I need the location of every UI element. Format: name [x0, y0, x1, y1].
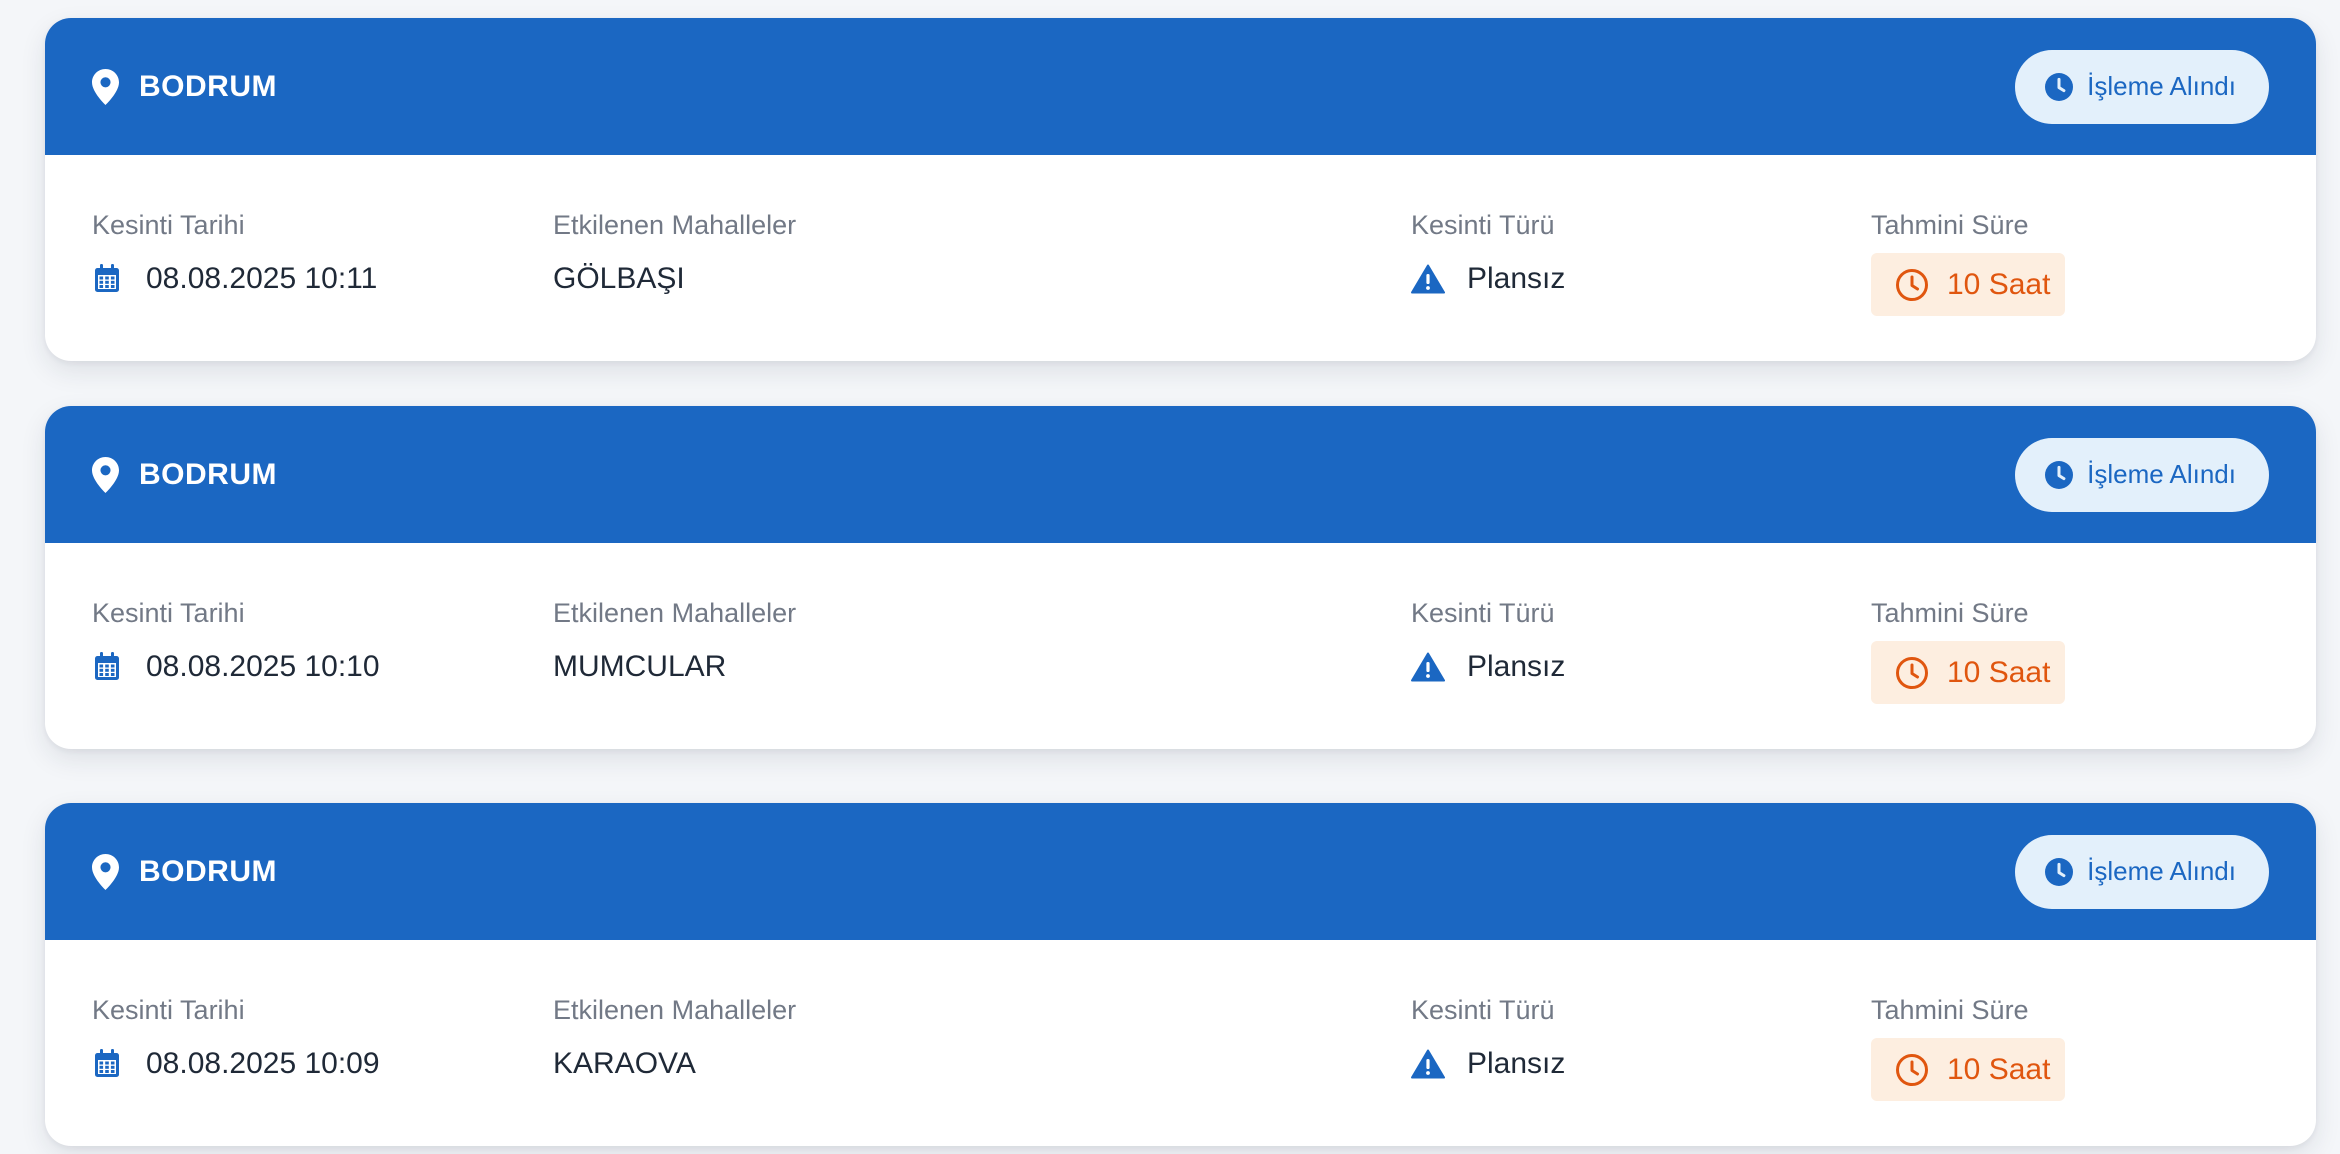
map-pin-icon	[92, 68, 120, 105]
status-text: İşleme Alındı	[2087, 459, 2236, 489]
card-header: BODRUM İşleme Alındı	[45, 18, 2316, 155]
clock-outline-icon	[1895, 1053, 1929, 1087]
date-column: Kesinti Tarihi 08.08.2025 10:09	[92, 994, 380, 1084]
type-label: Kesinti Türü	[1411, 210, 1555, 240]
type-column: Kesinti Türü Plansız	[1411, 994, 1565, 1084]
clock-outline-icon	[1895, 268, 1929, 302]
duration-column: Tahmini Süre 10 Saat	[1871, 994, 2065, 1101]
duration-label: Tahmini Süre	[1871, 995, 2029, 1025]
duration-column: Tahmini Süre 10 Saat	[1871, 209, 2065, 316]
duration-value: 10 Saat	[1947, 1052, 2051, 1086]
duration-value: 10 Saat	[1947, 267, 2051, 301]
warning-triangle-icon	[1411, 264, 1445, 294]
area-column: Etkilenen Mahalleler KARAOVA	[553, 994, 796, 1084]
date-label: Kesinti Tarihi	[92, 995, 245, 1025]
map-pin-icon	[92, 853, 120, 890]
type-value: Plansız	[1467, 650, 1566, 683]
area-label: Etkilenen Mahalleler	[553, 598, 797, 628]
date-value: 08.08.2025 10:11	[146, 262, 378, 295]
duration-badge: 10 Saat	[1871, 641, 2065, 704]
duration-column: Tahmini Süre 10 Saat	[1871, 597, 2065, 704]
status-badge[interactable]: İşleme Alındı	[2015, 49, 2269, 124]
duration-label: Tahmini Süre	[1871, 598, 2029, 628]
type-label: Kesinti Türü	[1411, 995, 1555, 1025]
card-body: Kesinti Tarihi 08.08.2025 10:10 Etkilene…	[45, 543, 2316, 749]
clock-filled-icon	[2045, 857, 2074, 886]
type-column: Kesinti Türü Plansız	[1411, 209, 1565, 299]
type-value: Plansız	[1467, 262, 1566, 295]
status-badge[interactable]: İşleme Alındı	[2015, 437, 2269, 512]
area-label: Etkilenen Mahalleler	[553, 995, 797, 1025]
status-text: İşleme Alındı	[2087, 71, 2236, 101]
type-column: Kesinti Türü Plansız	[1411, 597, 1565, 687]
date-column: Kesinti Tarihi 08.08.2025 10:10	[92, 597, 380, 687]
card-body: Kesinti Tarihi 08.08.2025 10:09 Etkilene…	[45, 940, 2316, 1146]
outage-card: BODRUM İşleme Alındı Kesinti Tarihi 08.0…	[45, 18, 2316, 361]
clock-outline-icon	[1895, 656, 1929, 690]
warning-triangle-icon	[1411, 1049, 1445, 1079]
warning-triangle-icon	[1411, 652, 1445, 682]
date-value: 08.08.2025 10:09	[146, 1047, 380, 1080]
district-name: BODRUM	[139, 457, 277, 491]
duration-badge: 10 Saat	[1871, 253, 2065, 316]
area-column: Etkilenen Mahalleler MUMCULAR	[553, 597, 796, 687]
area-label: Etkilenen Mahalleler	[553, 210, 797, 240]
status-text: İşleme Alındı	[2087, 856, 2236, 886]
clock-filled-icon	[2045, 460, 2074, 489]
date-label: Kesinti Tarihi	[92, 598, 245, 628]
district-name: BODRUM	[139, 69, 277, 103]
type-value: Plansız	[1467, 1047, 1566, 1080]
calendar-icon	[92, 652, 122, 682]
outage-card: BODRUM İşleme Alındı Kesinti Tarihi 08.0…	[45, 803, 2316, 1146]
calendar-icon	[92, 1049, 122, 1079]
area-value: GÖLBAŞI	[553, 262, 685, 295]
clock-filled-icon	[2045, 72, 2074, 101]
duration-label: Tahmini Süre	[1871, 210, 2029, 240]
status-badge[interactable]: İşleme Alındı	[2015, 834, 2269, 909]
card-header: BODRUM İşleme Alındı	[45, 803, 2316, 940]
map-pin-icon	[92, 456, 120, 493]
area-value: KARAOVA	[553, 1047, 696, 1080]
calendar-icon	[92, 264, 122, 294]
area-column: Etkilenen Mahalleler GÖLBAŞI	[553, 209, 796, 299]
duration-badge: 10 Saat	[1871, 1038, 2065, 1101]
card-body: Kesinti Tarihi 08.08.2025 10:11 Etkilene…	[45, 155, 2316, 361]
outage-card: BODRUM İşleme Alındı Kesinti Tarihi 08.0…	[45, 406, 2316, 749]
district-name: BODRUM	[139, 854, 277, 888]
duration-value: 10 Saat	[1947, 655, 2051, 689]
date-column: Kesinti Tarihi 08.08.2025 10:11	[92, 209, 377, 299]
type-label: Kesinti Türü	[1411, 598, 1555, 628]
date-label: Kesinti Tarihi	[92, 210, 245, 240]
area-value: MUMCULAR	[553, 650, 727, 683]
date-value: 08.08.2025 10:10	[146, 650, 380, 683]
card-header: BODRUM İşleme Alındı	[45, 406, 2316, 543]
